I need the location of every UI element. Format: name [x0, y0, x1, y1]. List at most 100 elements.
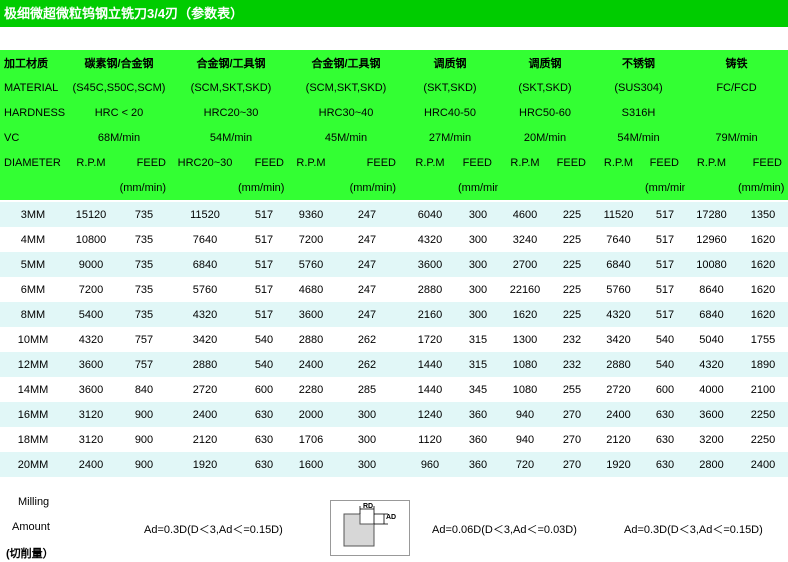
- value-cell: 3240: [498, 227, 552, 252]
- value-cell: 2720: [172, 377, 238, 402]
- header-cell: R.P.M: [685, 150, 738, 175]
- value-cell: 2400: [738, 452, 788, 477]
- header-cell: FEED: [552, 150, 592, 175]
- value-cell: 247: [332, 302, 402, 327]
- value-cell: 11520: [172, 202, 238, 227]
- header-cell: (mm/min): [738, 175, 788, 200]
- value-cell: 3600: [290, 302, 332, 327]
- header-cell: (SKT,SKD): [402, 75, 498, 100]
- value-cell: 1620: [738, 277, 788, 302]
- value-cell: 6040: [402, 202, 458, 227]
- milling-label: Milling: [18, 496, 50, 508]
- header-cell: [498, 175, 552, 200]
- cutting-amount-label: (切削量）: [6, 548, 54, 560]
- value-cell: 300: [458, 302, 498, 327]
- value-cell: 300: [458, 277, 498, 302]
- value-cell: 4320: [66, 327, 116, 352]
- value-cell: 517: [238, 227, 290, 252]
- value-cell: 2400: [290, 352, 332, 377]
- header-cell: [0, 175, 66, 200]
- value-cell: 900: [116, 427, 172, 452]
- diameter-cell: 3MM: [0, 202, 66, 227]
- value-cell: 540: [645, 352, 685, 377]
- header-cell: 45M/min: [290, 125, 402, 150]
- header-cell: [66, 175, 116, 200]
- value-cell: 247: [332, 202, 402, 227]
- value-cell: 2720: [592, 377, 645, 402]
- diameter-cell: 6MM: [0, 277, 66, 302]
- value-cell: 270: [552, 452, 592, 477]
- header-cell: HRC40-50: [402, 100, 498, 125]
- header-cell: FEED: [645, 150, 685, 175]
- value-cell: 1080: [498, 352, 552, 377]
- value-cell: 270: [552, 402, 592, 427]
- table-row: 14MM 3600 840 2720 600 2280 285 1440 345 1080 255 2…: [0, 377, 788, 402]
- header-cell: HRC50-60: [498, 100, 592, 125]
- value-cell: 1080: [498, 377, 552, 402]
- header-cell: FC/FCD: [685, 75, 788, 100]
- value-cell: 300: [458, 252, 498, 277]
- value-cell: 2250: [738, 427, 788, 452]
- table-row: 20MM 2400 900 1920 630 1600 300 960 360 720 270 192…: [0, 452, 788, 477]
- value-cell: 255: [552, 377, 592, 402]
- cutting-depth-diagram: RD AD: [330, 500, 410, 556]
- header-cell: HRC20~30: [172, 100, 290, 125]
- header-cell: 27M/min: [402, 125, 498, 150]
- value-cell: 1620: [738, 302, 788, 327]
- value-cell: 7200: [66, 277, 116, 302]
- value-cell: 517: [645, 202, 685, 227]
- value-cell: 4600: [498, 202, 552, 227]
- value-cell: 2400: [592, 402, 645, 427]
- value-cell: 300: [332, 402, 402, 427]
- header-cell: [552, 175, 592, 200]
- diameter-cell: 16MM: [0, 402, 66, 427]
- diameter-cell: 10MM: [0, 327, 66, 352]
- value-cell: 1120: [402, 427, 458, 452]
- header-cell: 20M/min: [498, 125, 592, 150]
- value-cell: 360: [458, 452, 498, 477]
- value-cell: 540: [238, 327, 290, 352]
- value-cell: 540: [238, 352, 290, 377]
- header-cell: HRC30~40: [290, 100, 402, 125]
- diameter-cell: 8MM: [0, 302, 66, 327]
- header-row: VC 68M/min 54M/min 45M/min 27M/min 20M/min 54M…: [0, 125, 788, 150]
- table-row: 4MM 10800 735 7640 517 7200 247 4320 300 3240 225 7…: [0, 227, 788, 252]
- value-cell: 360: [458, 402, 498, 427]
- value-cell: 2000: [290, 402, 332, 427]
- value-cell: 7640: [172, 227, 238, 252]
- value-cell: 22160: [498, 277, 552, 302]
- header-cell: (mm/min): [116, 175, 172, 200]
- value-cell: 840: [116, 377, 172, 402]
- value-cell: 9360: [290, 202, 332, 227]
- value-cell: 262: [332, 327, 402, 352]
- value-cell: 4320: [685, 352, 738, 377]
- header-cell: R.P.M: [592, 150, 645, 175]
- value-cell: 1706: [290, 427, 332, 452]
- header-cell: (mm/min): [238, 175, 290, 200]
- table-row: 12MM 3600 757 2880 540 2400 262 1440 315 1080 232 2…: [0, 352, 788, 377]
- value-cell: 1600: [290, 452, 332, 477]
- value-cell: 5040: [685, 327, 738, 352]
- value-cell: 1720: [402, 327, 458, 352]
- header-cell: R.P.M: [290, 150, 332, 175]
- table-row: 10MM 4320 757 3420 540 2880 262 1720 315 1300 232 3…: [0, 327, 788, 352]
- value-cell: 3120: [66, 427, 116, 452]
- value-cell: 720: [498, 452, 552, 477]
- amount-label: Amount: [12, 521, 50, 533]
- value-cell: 1755: [738, 327, 788, 352]
- value-cell: 10800: [66, 227, 116, 252]
- value-cell: 1620: [498, 302, 552, 327]
- header-cell: (SCM,SKT,SKD): [172, 75, 290, 100]
- value-cell: 315: [458, 352, 498, 377]
- value-cell: 940: [498, 402, 552, 427]
- value-cell: 735: [116, 277, 172, 302]
- value-cell: 300: [458, 227, 498, 252]
- value-cell: 1350: [738, 202, 788, 227]
- value-cell: 2280: [290, 377, 332, 402]
- header-cell: R.P.M: [66, 150, 116, 175]
- header-row: MATERIAL (S45C,S50C,SCM) (SCM,SKT,SKD) (SCM…: [0, 75, 788, 100]
- header-cell: [685, 175, 738, 200]
- header-cell: R.P.M: [498, 150, 552, 175]
- header-cell: 54M/min: [172, 125, 290, 150]
- header-cell: (SKT,SKD): [498, 75, 592, 100]
